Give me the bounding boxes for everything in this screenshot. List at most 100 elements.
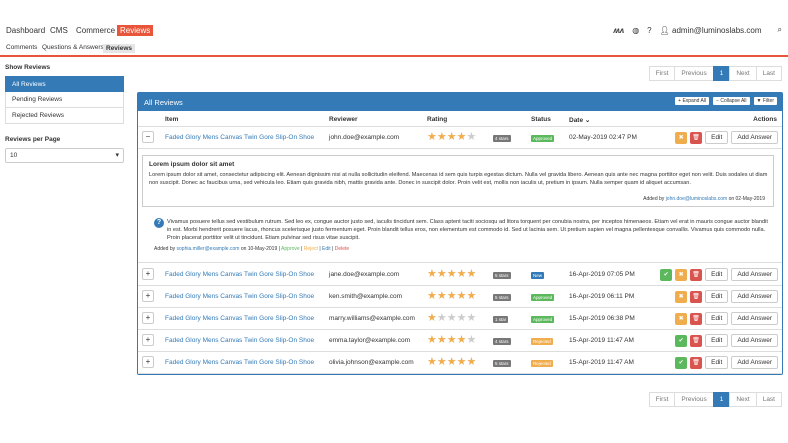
row-actions: ✖ 🗑︎ Edit Add Answer [675, 131, 778, 144]
globe-icon[interactable]: ◍ [632, 26, 639, 35]
question-approve-link[interactable]: Approve [281, 246, 300, 252]
search-icon[interactable]: ⌕ [778, 25, 782, 35]
filter-button[interactable]: ▼ Filter [753, 97, 777, 105]
table-row: − Faded Glory Mens Canvas Twin Gore Slip-… [138, 127, 782, 149]
item-link[interactable]: Faded Glory Mens Canvas Twin Gore Slip-O… [165, 134, 314, 141]
table-row: + Faded Glory Mens Canvas Twin Gore Slip-… [138, 352, 782, 374]
header-icons: ʍʌ ◍ ? 👤︎ admin@luminoslabs.com ⌕ [614, 25, 782, 35]
edit-button[interactable]: Edit [705, 268, 729, 281]
add-answer-button[interactable]: Add Answer [731, 334, 778, 347]
help-icon[interactable]: ? [647, 26, 651, 35]
row-toggle-button[interactable]: + [142, 268, 154, 280]
delete-trash-icon[interactable]: 🗑︎ [690, 312, 703, 325]
star-icon: ★ [446, 356, 457, 368]
star-icon: ★ [427, 290, 437, 302]
filter-rejected-reviews[interactable]: Rejected Reviews [5, 108, 124, 124]
subnav-questions-answers[interactable]: Questions & Answers [42, 44, 104, 51]
reviewer-email: jane.doe@example.com [329, 271, 400, 278]
question-delete-link[interactable]: Delete [335, 246, 349, 252]
sub-navigation: Comments Questions & Answers Reviews [0, 42, 788, 56]
page-current[interactable]: 1 [712, 66, 731, 81]
star-icon: ★ [427, 334, 437, 346]
page-current-bottom[interactable]: 1 [712, 392, 731, 407]
reviewer-email: emma.taylor@example.com [329, 337, 411, 344]
star-icon: ★ [456, 334, 467, 346]
reject-x-icon[interactable]: ✖ [675, 268, 688, 281]
star-icon: ★ [466, 334, 477, 346]
star-icon: ★ [436, 268, 447, 280]
add-answer-button[interactable]: Add Answer [731, 290, 778, 303]
delete-trash-icon[interactable]: 🗑︎ [690, 268, 703, 281]
collapse-all-button[interactable]: − Collapse All [713, 97, 750, 105]
page-last-bottom[interactable]: Last [755, 392, 782, 407]
filter-pending-reviews[interactable]: Pending Reviews [5, 92, 124, 108]
approve-check-icon[interactable]: ✔ [675, 356, 688, 369]
filter-all-reviews[interactable]: All Reviews [5, 76, 124, 92]
star-icon: ★ [427, 312, 437, 324]
col-item: Item [165, 116, 179, 123]
nav-reviews[interactable]: Reviews [117, 25, 154, 36]
star-icon: ★ [436, 312, 447, 324]
page-last[interactable]: Last [755, 66, 782, 81]
page-previous[interactable]: Previous [674, 66, 714, 81]
item-link[interactable]: Faded Glory Mens Canvas Twin Gore Slip-O… [165, 337, 314, 344]
page-next-bottom[interactable]: Next [729, 392, 757, 407]
edit-button[interactable]: Edit [705, 312, 729, 325]
row-toggle-button[interactable]: + [142, 334, 154, 346]
add-answer-button[interactable]: Add Answer [731, 356, 778, 369]
delete-trash-icon[interactable]: 🗑︎ [690, 131, 703, 144]
stars-badge: 5 stars [493, 294, 511, 301]
row-toggle-button[interactable]: + [142, 312, 154, 324]
item-link[interactable]: Faded Glory Mens Canvas Twin Gore Slip-O… [165, 315, 314, 322]
col-date[interactable]: Date ⌄ [569, 116, 590, 124]
reviews-per-page-select[interactable]: 10 [5, 148, 124, 163]
page-previous-bottom[interactable]: Previous [674, 392, 714, 407]
delete-trash-icon[interactable]: 🗑︎ [690, 334, 703, 347]
nav-commerce[interactable]: Commerce [76, 26, 115, 35]
stars-badge: 5 stars [493, 360, 511, 367]
edit-button[interactable]: Edit [705, 290, 729, 303]
approve-check-icon[interactable]: ✔ [675, 334, 688, 347]
nav-dashboard[interactable]: Dashboard [6, 26, 45, 35]
delete-trash-icon[interactable]: 🗑︎ [690, 290, 703, 303]
row-toggle-button[interactable]: − [142, 131, 154, 143]
item-link[interactable]: Faded Glory Mens Canvas Twin Gore Slip-O… [165, 271, 314, 278]
reject-x-icon[interactable]: ✖ [675, 290, 688, 303]
page-first[interactable]: First [648, 66, 676, 81]
reject-x-icon[interactable]: ✖ [675, 312, 688, 325]
page-next[interactable]: Next [729, 66, 757, 81]
add-answer-button[interactable]: Add Answer [731, 268, 778, 281]
edit-button[interactable]: Edit [705, 356, 729, 369]
question-reject-link[interactable]: Reject [304, 246, 318, 252]
item-link[interactable]: Faded Glory Mens Canvas Twin Gore Slip-O… [165, 359, 314, 366]
table-header: Item Reviewer Rating Status Date ⌄ Actio… [138, 113, 782, 127]
star-icon: ★ [446, 290, 457, 302]
user-menu[interactable]: 👤︎ admin@luminoslabs.com [660, 26, 762, 35]
row-toggle-button[interactable]: + [142, 290, 154, 302]
star-icon: ★ [466, 268, 477, 280]
add-answer-button[interactable]: Add Answer [731, 312, 778, 325]
delete-trash-icon[interactable]: 🗑︎ [690, 356, 703, 369]
logo-icon[interactable]: ʍʌ [614, 26, 625, 35]
question-author-link[interactable]: sophia.miller@example.com [177, 246, 240, 252]
subnav-reviews[interactable]: Reviews [103, 44, 136, 53]
review-added-date: 02-May-2019 [735, 196, 765, 202]
nav-cms[interactable]: CMS [50, 26, 68, 35]
col-reviewer: Reviewer [329, 116, 358, 123]
star-icon: ★ [446, 334, 457, 346]
reject-x-icon[interactable]: ✖ [675, 131, 688, 144]
edit-button[interactable]: Edit [705, 131, 729, 144]
review-author-link[interactable]: john.doe@luminoslabs.com [666, 196, 728, 202]
add-answer-button[interactable]: Add Answer [731, 131, 778, 144]
star-rating: ★★★★★ [427, 130, 476, 143]
page-first-bottom[interactable]: First [648, 392, 676, 407]
review-title: Lorem ipsum dolor sit amet [149, 161, 235, 168]
question-icon: ? [154, 218, 164, 228]
expand-all-button[interactable]: + Expand All [675, 97, 710, 105]
subnav-comments[interactable]: Comments [6, 44, 37, 51]
question-edit-link[interactable]: Edit [322, 246, 331, 252]
item-link[interactable]: Faded Glory Mens Canvas Twin Gore Slip-O… [165, 293, 314, 300]
edit-button[interactable]: Edit [705, 334, 729, 347]
approve-check-icon[interactable]: ✔ [660, 268, 673, 281]
row-toggle-button[interactable]: + [142, 356, 154, 368]
